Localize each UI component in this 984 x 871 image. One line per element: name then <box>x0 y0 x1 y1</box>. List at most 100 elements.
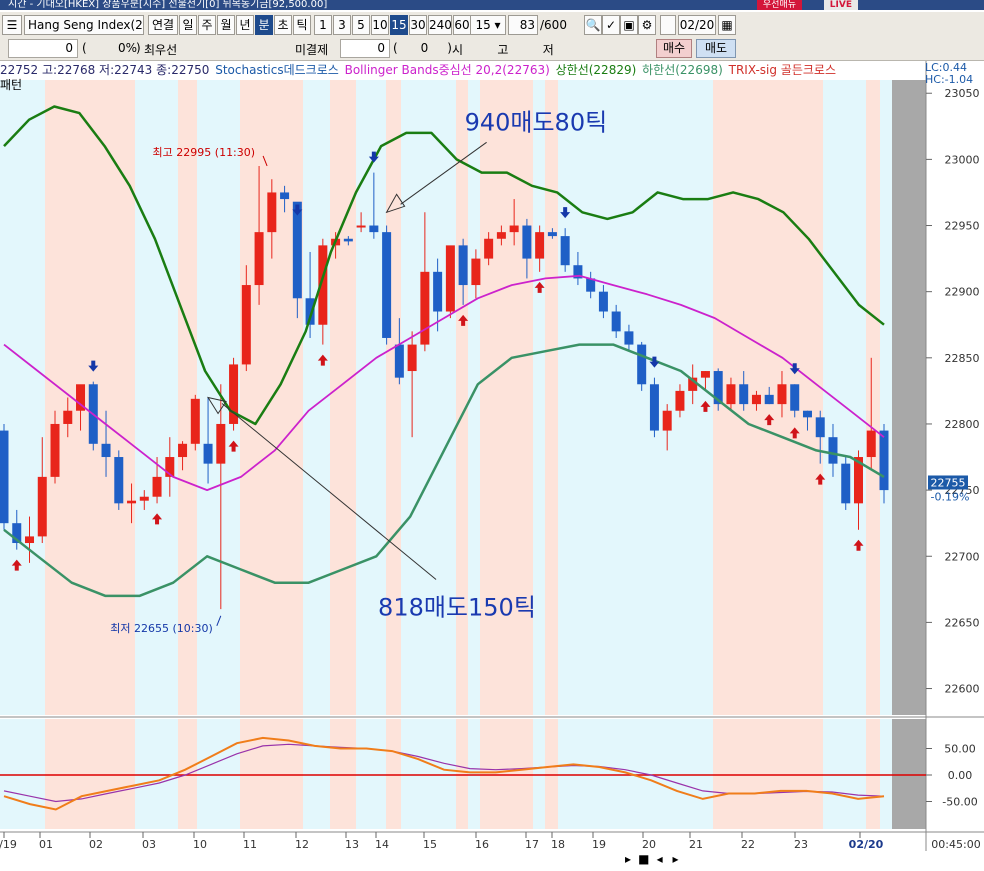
interval-select[interactable]: 15 ▾ <box>470 15 506 35</box>
time-readout: 00:45:00 <box>931 838 980 851</box>
period-button-4[interactable]: 년 <box>236 15 254 35</box>
x-tick-label-4: 10 <box>193 838 207 851</box>
shade-band-ind-6 <box>480 719 533 829</box>
live-label[interactable]: LIVE <box>823 0 858 10</box>
candle-body-57 <box>726 384 736 405</box>
candle-body-0 <box>0 430 9 524</box>
period-button-7[interactable]: 틱 <box>293 15 311 35</box>
candle-body-35 <box>445 245 455 312</box>
candle-body-29 <box>369 225 379 233</box>
interval-button-240[interactable]: 240 <box>428 15 452 35</box>
candle-body-40 <box>509 225 519 233</box>
best-price-label: 최우선 <box>144 43 178 57</box>
save-icon[interactable]: ▣ <box>620 15 638 35</box>
shade-band-ind-3 <box>330 719 356 829</box>
interval-button-30[interactable]: 30 <box>409 15 427 35</box>
candle-body-36 <box>458 245 468 286</box>
candle-body-19 <box>241 285 251 365</box>
candle-body-60 <box>764 394 774 405</box>
candle-body-14 <box>178 443 188 458</box>
candle-body-8 <box>101 443 111 458</box>
candle-body-15 <box>190 398 200 444</box>
candle-body-50 <box>637 344 647 385</box>
next-icon[interactable]: ▸ <box>669 852 681 866</box>
interval-button-15[interactable]: 15 <box>390 15 408 35</box>
legend-trix: TRIX-sig 골든크로스 <box>728 63 837 77</box>
candle-body-53 <box>675 390 685 411</box>
x-tick-label-0: /19 <box>0 838 17 851</box>
axis-stripe-ind <box>892 719 926 829</box>
period-button-5[interactable]: 분 <box>255 15 273 35</box>
price-tag-change: -0.19% <box>931 490 970 503</box>
interval-button-1[interactable]: 1 <box>314 15 332 35</box>
candle-body-4 <box>50 423 60 477</box>
y-tick-label-5: 22850 <box>945 352 980 365</box>
shade-band-ind-5 <box>456 719 468 829</box>
candle-body-38 <box>484 238 494 259</box>
candle-body-58 <box>739 384 749 405</box>
check-icon[interactable]: ✓ <box>602 15 620 35</box>
chart-toolbar: ☰ Hang Seng Index(25.0 연결일주월년분초틱 1351015… <box>0 12 984 39</box>
interval-button-3[interactable]: 3 <box>333 15 351 35</box>
shade-band-9 <box>866 80 880 715</box>
unsettled-qty: 0 <box>340 39 390 58</box>
x-tick-label-2: 02 <box>89 838 103 851</box>
shade-band-ind-7 <box>545 719 558 829</box>
candle-body-65 <box>828 437 838 464</box>
pct-open: ( <box>82 41 87 55</box>
legend-stochastics: Stochastics데드크로스 <box>215 63 339 77</box>
y-tick-label-9: 23050 <box>945 87 980 100</box>
play-icon[interactable]: ▸ <box>622 852 634 866</box>
chart-window: { "window": { "title": "시간 - 기대오[HKEX] 상… <box>0 0 984 871</box>
live-badge[interactable]: 우선매뉴 <box>756 0 802 10</box>
candle-body-68 <box>866 430 876 458</box>
prev-icon[interactable]: ◂ <box>654 852 666 866</box>
high-annotation: 최고 22995 (11:30) <box>153 146 256 159</box>
shade-band-7 <box>545 80 558 715</box>
candle-body-34 <box>433 271 443 312</box>
candle-body-51 <box>649 384 659 431</box>
stop-icon[interactable]: ■ <box>638 852 650 866</box>
candle-body-20 <box>254 232 264 286</box>
low-annotation: 최저 22655 (10:30) <box>110 622 213 635</box>
candle-body-32 <box>407 344 417 372</box>
gear-icon[interactable]: ⚙ <box>638 15 656 35</box>
date-input[interactable]: 02/20 <box>678 15 716 35</box>
candle-body-5 <box>63 410 73 424</box>
position-info-bar: 0 ( 0% ) 최우선 미결제 0 ( 0 ) 시 고 저 매수 매도 <box>0 38 984 61</box>
sell-button[interactable]: 매도 <box>696 39 736 58</box>
indicator-legend: 22752 고:22768 저:22743 종:22750 Stochastic… <box>0 62 838 78</box>
window-title: 시간 - 기대오[HKEX] 상품우분[지수] 선물전기[0] 뒤목동기금[92… <box>8 0 328 10</box>
count-max: /600 <box>540 18 567 32</box>
shade-band-3 <box>330 80 356 715</box>
candle-body-43 <box>547 232 557 237</box>
interval-button-60[interactable]: 60 <box>453 15 471 35</box>
x-tick-label-15: 21 <box>689 838 703 851</box>
menu-icon[interactable]: ☰ <box>2 15 22 35</box>
buy-button[interactable]: 매수 <box>656 39 692 58</box>
search-icon[interactable]: 🔍 <box>584 15 602 35</box>
calendar-icon[interactable]: ▦ <box>718 15 736 35</box>
symbol-field[interactable]: Hang Seng Index(25.0 <box>24 15 144 35</box>
x-tick-label-3: 03 <box>142 838 156 851</box>
candle-body-61 <box>777 384 787 405</box>
count-input[interactable]: 83 <box>508 15 538 35</box>
period-button-0[interactable]: 연결 <box>148 15 178 35</box>
x-tick-label-8: 14 <box>375 838 389 851</box>
interval-button-10[interactable]: 10 <box>371 15 389 35</box>
price-chart[interactable]: 2260022650227002275022800228502290022950… <box>0 61 984 871</box>
candle-body-52 <box>662 410 672 431</box>
date-checkbox[interactable] <box>660 15 676 35</box>
y-tick-label-6: 22900 <box>945 286 980 299</box>
y-tick-label-7: 22950 <box>945 220 980 233</box>
period-button-6[interactable]: 초 <box>274 15 292 35</box>
period-button-3[interactable]: 월 <box>217 15 235 35</box>
interval-button-5[interactable]: 5 <box>352 15 370 35</box>
period-button-2[interactable]: 주 <box>198 15 216 35</box>
pct-close: ) <box>136 41 141 55</box>
candle-body-64 <box>815 417 825 438</box>
unsettled-label: 미결제 <box>295 43 329 57</box>
period-button-1[interactable]: 일 <box>179 15 197 35</box>
x-tick-label-17: 23 <box>794 838 808 851</box>
y-tick-label-8: 23000 <box>945 153 980 166</box>
